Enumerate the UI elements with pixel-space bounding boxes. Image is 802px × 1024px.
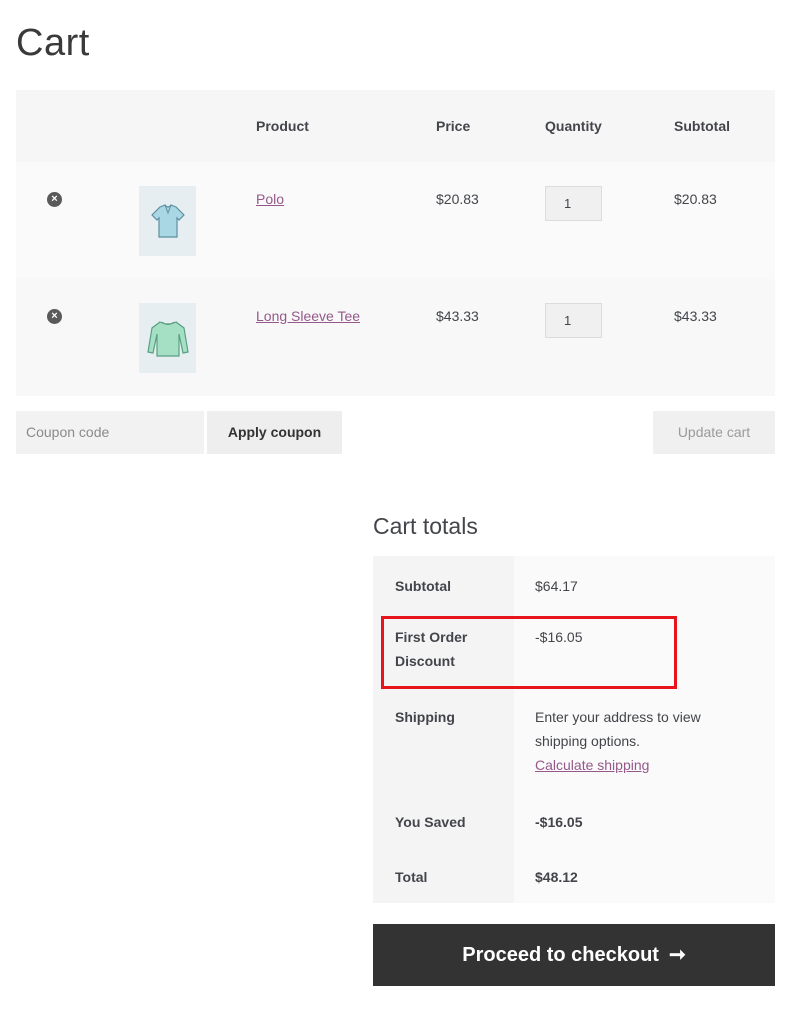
quantity-input[interactable]: 1 <box>545 303 602 338</box>
calculate-shipping-link[interactable]: Calculate shipping <box>535 753 725 777</box>
table-row: × Long Sleeve Tee $43.33 1 $43.33 <box>16 279 775 396</box>
coupon-code-input[interactable]: Coupon code <box>16 411 204 454</box>
page-title: Cart <box>16 22 90 64</box>
checkout-label: Proceed to checkout <box>462 944 659 966</box>
totals-row-shipping: Shipping Enter your address to view ship… <box>373 692 775 792</box>
totals-row-subtotal: Subtotal $64.17 <box>373 556 775 612</box>
shipping-value: Enter your address to view shipping opti… <box>514 692 775 792</box>
totals-row-total: Total $48.12 <box>373 847 775 903</box>
product-subtotal: $43.33 <box>674 308 717 324</box>
product-price: $43.33 <box>436 308 479 324</box>
total-label: Total <box>373 847 514 903</box>
saved-value: -$16.05 <box>514 792 775 847</box>
cart-table: Product Price Quantity Subtotal × Polo $… <box>16 90 775 396</box>
table-row: × Polo $20.83 1 $20.83 <box>16 162 775 279</box>
quantity-input[interactable]: 1 <box>545 186 602 221</box>
header-quantity: Quantity <box>545 118 602 134</box>
update-cart-button[interactable]: Update cart <box>653 411 775 454</box>
cart-totals-table: Subtotal $64.17 First Order Discount -$1… <box>373 556 775 903</box>
discount-highlight-box <box>381 616 677 689</box>
cart-totals-title: Cart totals <box>373 513 478 539</box>
cart-table-header: Product Price Quantity Subtotal <box>16 90 775 162</box>
product-thumbnail[interactable] <box>139 303 196 373</box>
header-price: Price <box>436 118 471 134</box>
subtotal-label: Subtotal <box>373 556 514 612</box>
shipping-text: Enter your address to view shipping opti… <box>535 709 701 749</box>
saved-label: You Saved <box>373 792 514 847</box>
product-price: $20.83 <box>436 191 479 207</box>
total-value: $48.12 <box>514 847 775 903</box>
product-link-long-sleeve-tee[interactable]: Long Sleeve Tee <box>256 308 360 324</box>
apply-coupon-button[interactable]: Apply coupon <box>207 411 342 454</box>
product-subtotal: $20.83 <box>674 191 717 207</box>
header-product: Product <box>256 118 309 134</box>
header-subtotal: Subtotal <box>674 118 730 134</box>
long-sleeve-tee-icon <box>146 321 189 357</box>
subtotal-value: $64.17 <box>514 556 775 612</box>
polo-shirt-icon <box>150 204 185 238</box>
arrow-right-icon: ➞ <box>668 944 686 966</box>
product-thumbnail[interactable] <box>139 186 196 256</box>
remove-item-icon[interactable]: × <box>47 309 62 324</box>
remove-item-icon[interactable]: × <box>47 192 62 207</box>
proceed-to-checkout-button[interactable]: Proceed to checkout ➞ <box>373 924 775 986</box>
shipping-label: Shipping <box>373 692 514 792</box>
totals-row-saved: You Saved -$16.05 <box>373 792 775 847</box>
product-link-polo[interactable]: Polo <box>256 191 284 207</box>
